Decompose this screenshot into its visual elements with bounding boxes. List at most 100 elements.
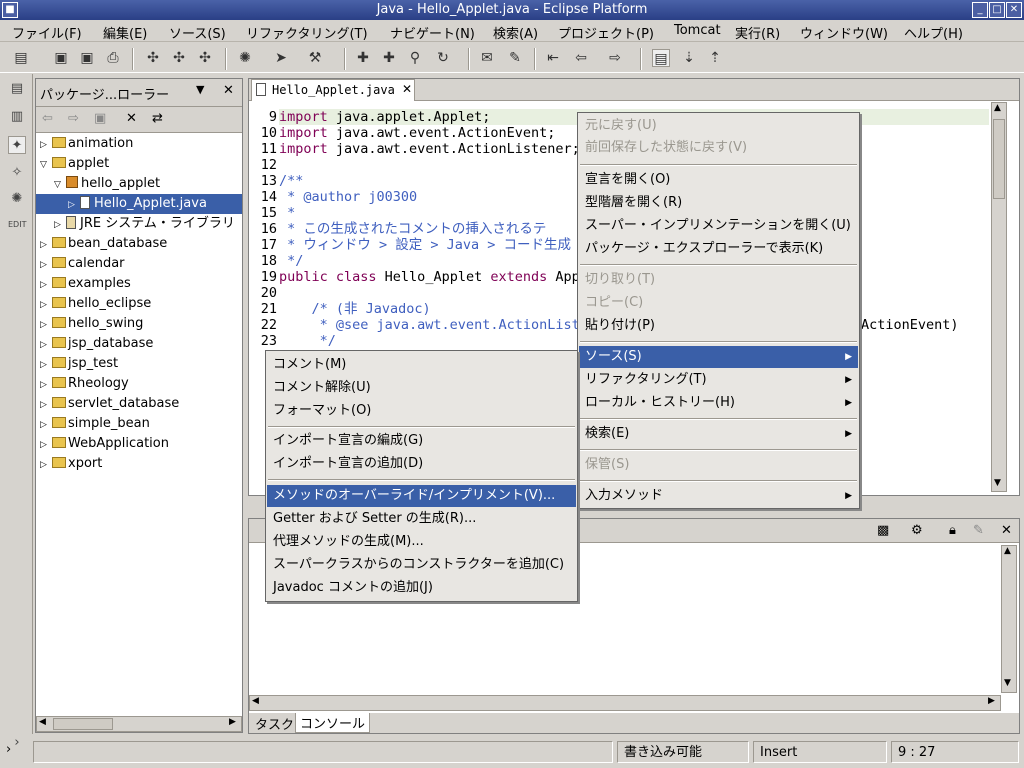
- tree-item[interactable]: ▷ examples: [36, 274, 131, 294]
- java-perspective-icon[interactable]: ✦: [8, 136, 26, 154]
- search-icon[interactable]: ⚲: [406, 49, 424, 67]
- scroll-right-icon[interactable]: ▶: [229, 717, 236, 727]
- save-all-icon[interactable]: ▣: [78, 49, 96, 67]
- open-type-icon[interactable]: ✚: [354, 49, 372, 67]
- tree-item[interactable]: ▷ xport: [36, 454, 102, 474]
- console-select-icon[interactable]: ⚙: [911, 523, 923, 538]
- view-menu-icon[interactable]: ▼: [196, 83, 204, 96]
- menu-tomcat[interactable]: Tomcat: [674, 23, 721, 38]
- up-icon[interactable]: ▣: [94, 111, 106, 126]
- fast-view-arrow-icon[interactable]: ›: [6, 742, 11, 757]
- tab-tasks[interactable]: タスク: [253, 714, 296, 733]
- scroll-down-icon[interactable]: ▼: [1004, 678, 1011, 688]
- minimize-icon[interactable]: _: [972, 2, 988, 18]
- menu-run[interactable]: 実行(R): [735, 23, 780, 42]
- menu-item-refactor[interactable]: リファクタリング(T) ▶: [579, 369, 858, 391]
- menu-source[interactable]: ソース(S): [169, 23, 226, 42]
- menu-item-paste[interactable]: 貼り付け(P): [579, 315, 858, 337]
- external-tools-icon[interactable]: ⚒: [306, 49, 324, 67]
- close-view-icon[interactable]: ✕: [223, 83, 234, 98]
- menu-item-generate-getter-setter[interactable]: Getter および Setter の生成(R)...: [267, 508, 576, 530]
- scroll-left-icon[interactable]: ◀: [39, 717, 46, 727]
- tree-item[interactable]: ▷ bean_database: [36, 234, 167, 254]
- tree-item[interactable]: ▷ servlet_database: [36, 394, 179, 414]
- new-icon[interactable]: ▤: [12, 49, 30, 67]
- tree-item[interactable]: ▽ hello_applet: [36, 174, 160, 194]
- print-icon[interactable]: ⎙: [104, 49, 122, 67]
- tab-console[interactable]: コンソール: [295, 713, 371, 733]
- debug-perspective-icon[interactable]: ✺: [8, 190, 26, 208]
- tree-item[interactable]: ▷ animation: [36, 134, 133, 154]
- menu-project[interactable]: プロジェクト(P): [558, 23, 654, 42]
- tree-item-selected[interactable]: ▷ Hello_Applet.java: [36, 194, 242, 214]
- menu-navigate[interactable]: ナビゲート(N): [390, 23, 475, 42]
- link-with-editor-icon[interactable]: ⇄: [152, 111, 163, 126]
- tree-item[interactable]: ▷ simple_bean: [36, 414, 150, 434]
- scroll-up-icon[interactable]: ▲: [994, 103, 1001, 113]
- tree-item[interactable]: ▷ hello_swing: [36, 314, 143, 334]
- tree-item[interactable]: ▷ Rheology: [36, 374, 129, 394]
- debug-icon[interactable]: ✺: [236, 49, 254, 67]
- lock-scroll-icon[interactable]: 🔒︎: [949, 523, 956, 538]
- annotation-down-icon[interactable]: ⇣: [680, 49, 698, 67]
- tree-item[interactable]: ▷ hello_eclipse: [36, 294, 151, 314]
- menu-item-add-constructor[interactable]: スーパークラスからのコンストラクターを追加(C): [267, 554, 576, 576]
- scroll-thumb[interactable]: [993, 119, 1005, 199]
- open-perspective-icon[interactable]: ▤: [8, 80, 26, 98]
- scroll-thumb[interactable]: [53, 718, 113, 730]
- menu-item-open-declaration[interactable]: 宣言を開く(O): [579, 169, 858, 191]
- console-horizontal-scrollbar[interactable]: ◀ ▶: [249, 695, 1001, 711]
- scroll-left-icon[interactable]: ◀: [252, 696, 259, 706]
- scroll-down-icon[interactable]: ▼: [994, 478, 1001, 488]
- tree-item[interactable]: ▷ calendar: [36, 254, 125, 274]
- menu-item-open-type-hierarchy[interactable]: 型階層を開く(R): [579, 192, 858, 214]
- scroll-right-icon[interactable]: ▶: [988, 696, 995, 706]
- open-task-icon[interactable]: ✉: [478, 49, 496, 67]
- tree-item[interactable]: ▽ applet: [36, 154, 109, 174]
- toggle-view-icon[interactable]: ▤: [652, 49, 670, 67]
- resource-perspective-icon[interactable]: ▥: [8, 108, 26, 126]
- menu-item-source[interactable]: ソース(S) ▶: [579, 346, 858, 368]
- new-class-icon[interactable]: ✣: [196, 49, 214, 67]
- back-icon[interactable]: ⇦: [42, 111, 53, 126]
- tree-item[interactable]: ▷ WebApplication: [36, 434, 169, 454]
- last-edit-icon[interactable]: ⇤: [544, 49, 562, 67]
- open-type-hierarchy-icon[interactable]: ✚: [380, 49, 398, 67]
- save-icon[interactable]: ▣: [52, 49, 70, 67]
- forward-icon[interactable]: ⇨: [68, 111, 79, 126]
- menu-item-local-history[interactable]: ローカル・ヒストリー(H) ▶: [579, 392, 858, 414]
- menu-item-show-in-package-explorer[interactable]: パッケージ・エクスプローラーで表示(K): [579, 238, 858, 260]
- menu-item-comment[interactable]: コメント(M): [267, 354, 576, 376]
- menu-item-add-javadoc[interactable]: Javadoc コメントの追加(J): [267, 577, 576, 599]
- menu-help[interactable]: ヘルプ(H): [904, 23, 963, 42]
- menu-item-format[interactable]: フォーマット(O): [267, 400, 576, 422]
- menu-item-input-method[interactable]: 入力メソッド ▶: [579, 485, 858, 507]
- menu-file[interactable]: ファイル(F): [12, 23, 82, 42]
- tree-item[interactable]: ▷ JRE システム・ライブラリ: [36, 214, 235, 234]
- tree-item[interactable]: ▷ jsp_test: [36, 354, 118, 374]
- menu-item-uncomment[interactable]: コメント解除(U): [267, 377, 576, 399]
- menu-item-organize-imports[interactable]: インポート宣言の編成(G): [267, 430, 576, 452]
- run-icon[interactable]: ➤: [272, 49, 290, 67]
- scroll-up-icon[interactable]: ▲: [1004, 546, 1011, 556]
- terminate-icon[interactable]: ▩: [877, 523, 889, 538]
- menu-search[interactable]: 検索(A): [493, 23, 538, 42]
- new-project-icon[interactable]: ✣: [144, 49, 162, 67]
- editor-tab-active[interactable]: Hello_Applet.java ✕: [251, 79, 415, 101]
- new-package-icon[interactable]: ✣: [170, 49, 188, 67]
- forward-icon[interactable]: ⇨: [606, 49, 624, 67]
- edit-perspective-icon[interactable]: EDIT: [8, 216, 26, 234]
- menu-item-open-super-implementation[interactable]: スーパー・インプリメンテーションを開く(U): [579, 215, 858, 237]
- menu-item-override-implement[interactable]: メソッドのオーバーライド/インプリメント(V)...: [267, 485, 576, 507]
- maximize-icon[interactable]: □: [989, 2, 1005, 18]
- tree-item[interactable]: ▷ jsp_database: [36, 334, 153, 354]
- annotation-up-icon[interactable]: ⇡: [706, 49, 724, 67]
- menu-refactor[interactable]: リファクタリング(T): [246, 23, 368, 42]
- java-browsing-perspective-icon[interactable]: ✧: [8, 164, 26, 182]
- back-icon[interactable]: ⇦: [572, 49, 590, 67]
- close-tab-icon[interactable]: ✕: [402, 82, 412, 96]
- menu-edit[interactable]: 編集(E): [103, 23, 147, 42]
- console-vertical-scrollbar[interactable]: ▲ ▼: [1001, 545, 1017, 693]
- menu-item-generate-delegate[interactable]: 代理メソッドの生成(M)...: [267, 531, 576, 553]
- menu-item-add-import[interactable]: インポート宣言の追加(D): [267, 453, 576, 475]
